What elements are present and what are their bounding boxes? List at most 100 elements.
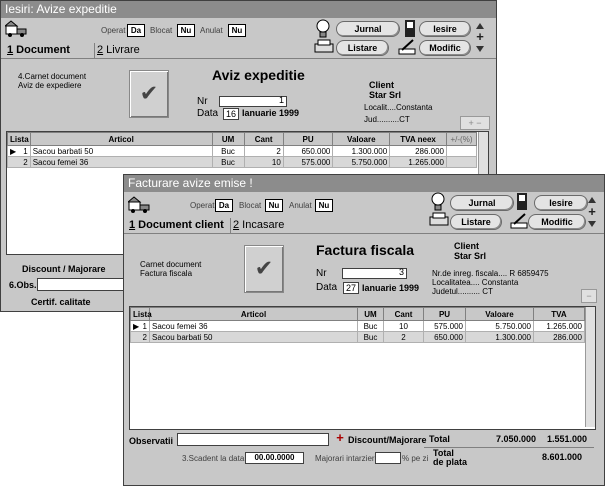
printer-icon[interactable] <box>314 39 334 55</box>
row-pointer-icon: ▶ <box>133 321 140 331</box>
tab-incasare-label: Incasare <box>239 219 285 231</box>
nr-inreg-fiscala: Nr.de inreg. fiscala.... R 6859475 <box>432 269 549 278</box>
day-field[interactable]: 16 <box>223 108 239 120</box>
row-add-remove-icons[interactable]: + − <box>460 116 490 130</box>
day-field[interactable]: 27 <box>343 282 359 294</box>
col-um: UM <box>357 307 384 321</box>
printer-icon[interactable] <box>429 212 449 228</box>
anulat-label: Anulat <box>289 201 312 210</box>
scroll-down-arrow-icon[interactable] <box>587 219 597 229</box>
doc-heading: Factura fiscala <box>316 242 415 258</box>
checkmark-box[interactable]: ✔ <box>129 70 169 118</box>
carnet-document-label: Carnet document <box>140 260 202 269</box>
nr-field[interactable]: 3 <box>342 267 407 279</box>
checkmark-icon: ✔ <box>254 255 274 281</box>
jurnal-button[interactable]: Jurnal <box>336 21 400 37</box>
iesire-button[interactable]: Iesire <box>534 195 588 211</box>
col-lista: Lista <box>7 132 31 146</box>
truck-house-icon[interactable] <box>3 20 29 38</box>
blocat-value: Nu <box>265 199 283 212</box>
plus-icon[interactable]: + <box>586 205 598 218</box>
listare-button[interactable]: Listare <box>336 40 389 56</box>
pe-zi-label: % pe zi <box>402 454 429 463</box>
window-title: Facturare avize emise ! <box>124 175 604 192</box>
col-um: UM <box>211 132 245 146</box>
nr-label: Nr <box>197 96 208 107</box>
tab-document-label: Document <box>13 44 70 56</box>
vertical-scrollbar[interactable] <box>585 307 595 427</box>
col-pu: PU <box>423 307 466 321</box>
col-tva: TVA <box>533 307 585 321</box>
edit-pen-icon[interactable] <box>398 38 416 56</box>
col-lista: Lista <box>130 307 152 321</box>
majorari-field[interactable] <box>375 452 401 464</box>
tab-incasare[interactable]: 2 Incasare <box>233 217 313 233</box>
doc-heading: Aviz expeditie <box>212 67 305 83</box>
month-year: Ianuarie 1999 <box>242 108 300 118</box>
discount-majorare-button[interactable]: Discount/Majorare <box>348 435 427 445</box>
obs-field[interactable] <box>37 278 127 291</box>
row-remove-icon[interactable]: − <box>581 289 597 303</box>
client-label: Client <box>369 80 395 90</box>
modific-button[interactable]: Modific <box>419 40 471 56</box>
table-row[interactable]: 2 Sacou femei 36 Buc 10 575.000 5.750.000 1.… <box>7 156 477 168</box>
client-name: Star Srl <box>454 251 487 261</box>
total-tva: 1.551.000 <box>546 434 587 444</box>
iesire-button[interactable]: Iesire <box>419 21 471 37</box>
col-pu: PU <box>282 132 334 146</box>
facturare-avize-window: Facturare avize emise ! Operat Da Blocat… <box>123 174 605 486</box>
col-percent: +/-(%) <box>446 132 477 146</box>
operat-label: Operat <box>190 201 215 210</box>
judetul: Judetul.......... CT <box>432 287 493 296</box>
obs-label: 6.Obs. <box>9 280 37 290</box>
blocat-value: Nu <box>177 24 195 37</box>
nr-field[interactable]: 1 <box>219 95 287 107</box>
edit-pen-icon[interactable] <box>510 212 528 230</box>
row-pointer-icon: ▶ <box>10 146 17 156</box>
tab-document-client[interactable]: 1 Document client <box>129 217 229 233</box>
carnet-document-label: 4.Carnet document <box>18 72 87 81</box>
listare-button[interactable]: Listare <box>450 214 502 230</box>
col-valoare: Valoare <box>332 132 391 146</box>
operat-value: Da <box>215 199 233 212</box>
client-name: Star Srl <box>369 90 402 100</box>
observatii-field[interactable] <box>177 433 329 446</box>
tab-document-client-label: Document client <box>135 219 224 231</box>
nr-value: 1 <box>278 95 284 105</box>
blocat-label: Blocat <box>150 26 173 35</box>
discount-majorare-label[interactable]: Discount / Majorare <box>22 264 106 274</box>
col-valoare: Valoare <box>465 307 534 321</box>
jurnal-button[interactable]: Jurnal <box>450 195 514 211</box>
tab-livrare[interactable]: 2 Livrare <box>97 42 177 58</box>
operat-value: Da <box>127 24 145 37</box>
table-row[interactable]: ▶ 1 Sacou femei 36 Buc 10 575.000 5.750.000 1… <box>130 320 585 332</box>
scadent-field[interactable]: 00.00.0000 <box>245 452 304 464</box>
scadent-label: 3.Scadent la data <box>182 454 245 463</box>
lightbulb-icon[interactable] <box>429 192 447 212</box>
window-title: Iesiri: Avize expeditie <box>1 1 496 18</box>
exit-door-icon[interactable] <box>515 192 529 212</box>
col-articol: Articol <box>149 307 358 321</box>
scroll-down-arrow-icon[interactable] <box>475 44 485 54</box>
table-row[interactable]: ▶ 1 Sacou barbati 50 Buc 2 650.000 1.300.000… <box>7 145 477 157</box>
judet: Jud..........CT <box>364 115 410 124</box>
client-label: Client <box>454 241 480 251</box>
total-valoare: 7.050.000 <box>495 434 536 444</box>
checkmark-box[interactable]: ✔ <box>244 245 284 293</box>
plus-icon[interactable]: + <box>334 431 346 444</box>
observatii-label: Observatii <box>129 436 174 446</box>
anulat-label: Anulat <box>200 26 223 35</box>
modific-button[interactable]: Modific <box>528 214 586 230</box>
lightbulb-icon[interactable] <box>314 19 332 39</box>
col-cant: Cant <box>243 132 284 146</box>
plus-icon[interactable]: + <box>474 30 486 43</box>
factura-articles-grid[interactable]: Lista Articol UM Cant PU Valoare TVA ▶ 1 … <box>129 306 596 430</box>
data-label: Data <box>316 282 338 293</box>
tab-document[interactable]: 1 Document <box>7 42 91 58</box>
certif-calitate-label: Certif. calitate <box>31 297 91 307</box>
table-row[interactable]: 2 Sacou barbati 50 Buc 2 650.000 1.300.000 2… <box>130 331 585 343</box>
truck-house-icon[interactable] <box>126 196 152 214</box>
checkmark-icon: ✔ <box>139 80 159 106</box>
exit-door-icon[interactable] <box>403 19 417 39</box>
total-plata-label: Total de plata <box>433 448 468 467</box>
